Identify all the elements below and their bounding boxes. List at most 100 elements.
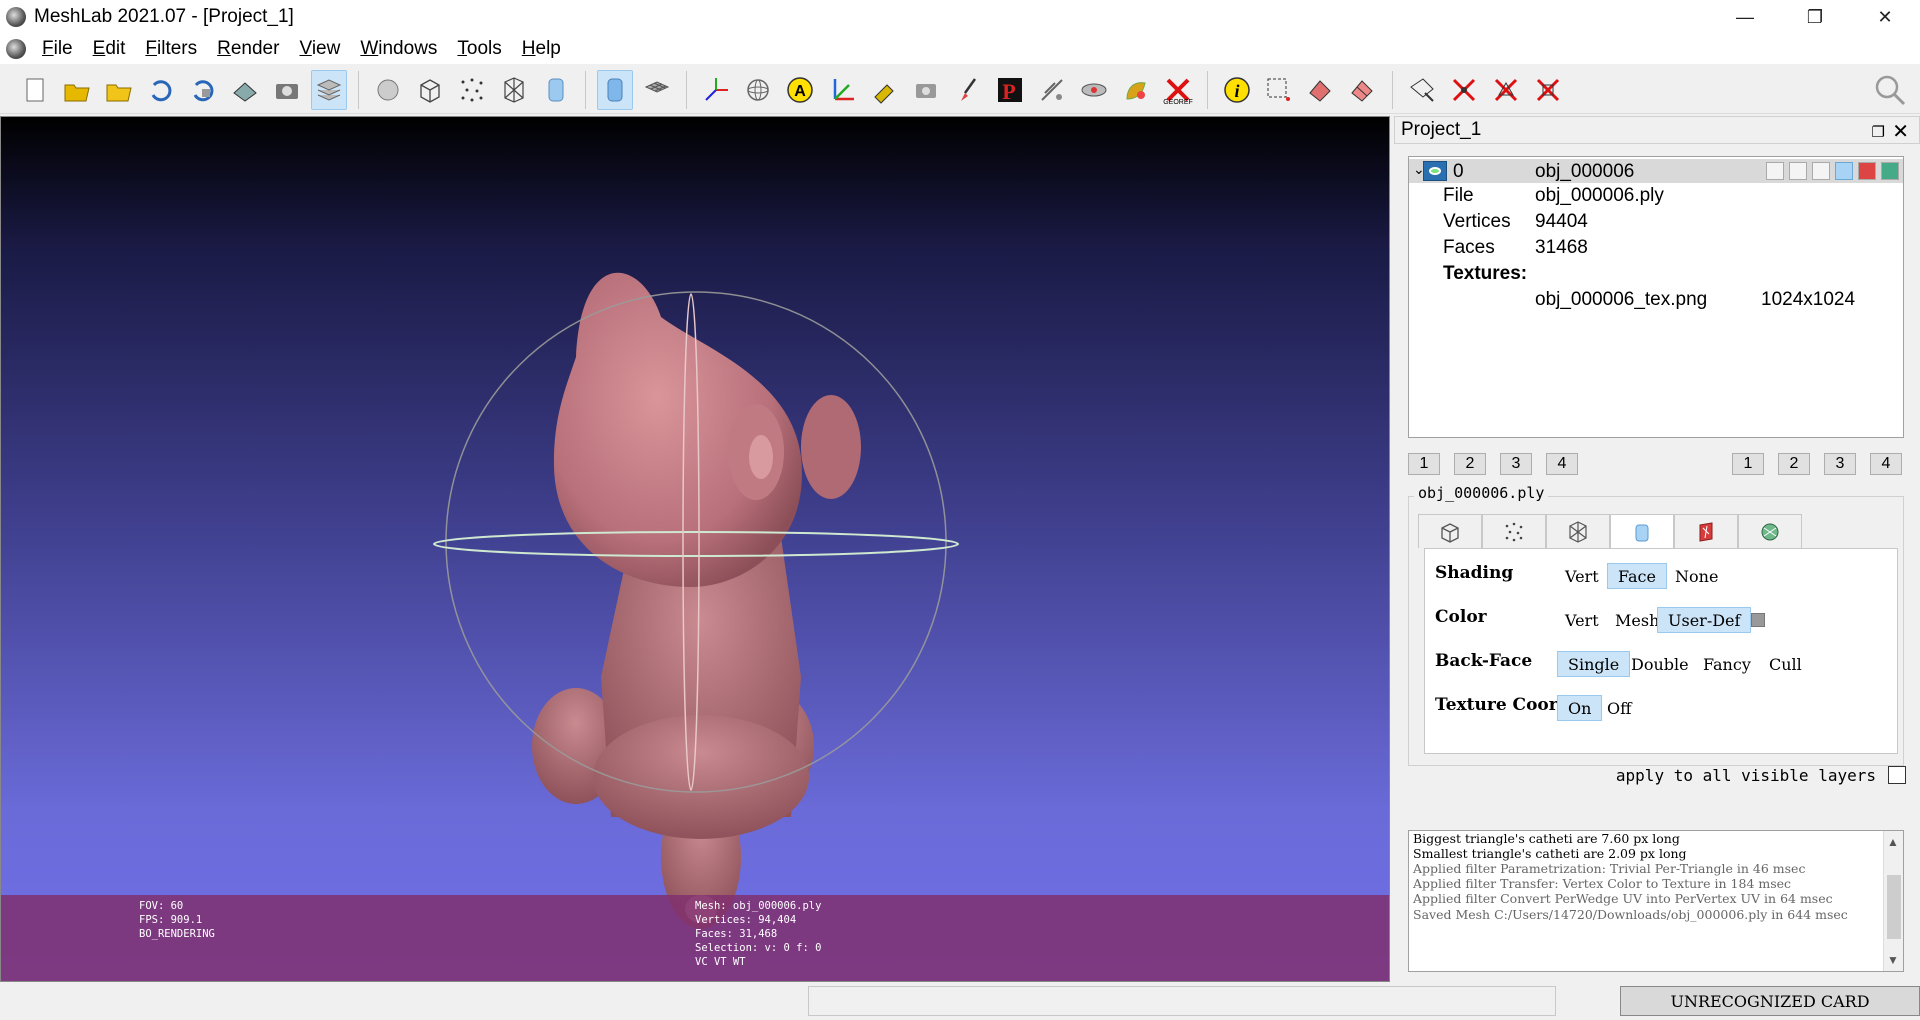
snapshot-button[interactable] [269, 70, 305, 110]
search-icon[interactable] [1872, 72, 1908, 108]
scroll-up-icon[interactable]: ▲ [1887, 835, 1899, 849]
shading-face[interactable]: Face [1607, 563, 1667, 589]
layer-points-icon[interactable] [1789, 162, 1807, 180]
tab-vertex-color[interactable] [1738, 514, 1802, 548]
layer-texture-icon[interactable] [1858, 162, 1876, 180]
pager-left-3[interactable]: 3 [1500, 453, 1532, 475]
backface-double[interactable]: Double [1621, 651, 1699, 677]
pager-left-4[interactable]: 4 [1546, 453, 1578, 475]
tab-texture[interactable] [1674, 514, 1738, 548]
flat-shading-button[interactable] [538, 70, 574, 110]
delete-vertices-button[interactable] [1446, 70, 1482, 110]
color-user-def[interactable]: User-Def [1657, 607, 1752, 633]
texcoord-off[interactable]: Off [1597, 695, 1641, 721]
backface-fancy[interactable]: Fancy [1693, 651, 1761, 677]
select-connected-button[interactable] [1345, 70, 1381, 110]
pager-right-2[interactable]: 2 [1778, 453, 1810, 475]
paint-button[interactable] [866, 70, 902, 110]
layer-fill-icon[interactable] [1835, 162, 1853, 180]
shading-none[interactable]: None [1665, 563, 1728, 589]
menu-help[interactable]: Help [512, 38, 571, 60]
new-project-button[interactable] [17, 70, 53, 110]
select-vertices-button[interactable] [1261, 70, 1297, 110]
delete-faces-button[interactable] [1488, 70, 1524, 110]
faces-label: Faces [1443, 237, 1495, 258]
trackball-icon [747, 78, 769, 101]
shading-vert[interactable]: Vert [1555, 563, 1609, 589]
meshlab-logo-icon [6, 7, 26, 27]
log-scrollbar[interactable]: ▲ ▼ [1883, 831, 1903, 971]
import-mesh-button[interactable] [101, 70, 137, 110]
select-faces-button[interactable] [1303, 70, 1339, 110]
backface-cull[interactable]: Cull [1759, 651, 1812, 677]
menu-windows[interactable]: Windows [350, 38, 447, 60]
measure-button[interactable] [824, 70, 860, 110]
layer-bbox-icon[interactable] [1766, 162, 1784, 180]
texture-button[interactable] [1118, 70, 1154, 110]
open-project-button[interactable] [59, 70, 95, 110]
layer-row[interactable]: ⌄ 0 obj_000006 [1409, 159, 1903, 183]
reload-all-button[interactable] [185, 70, 221, 110]
manipulator-button[interactable] [1076, 70, 1112, 110]
georef-button[interactable]: GEOREF [1160, 70, 1196, 110]
user-color-swatch[interactable] [1751, 613, 1765, 627]
float-panel-icon[interactable]: ❐ [1872, 123, 1885, 141]
menu-edit[interactable]: Edit [83, 38, 136, 60]
raster-align-button[interactable] [908, 70, 944, 110]
grid-button[interactable] [639, 70, 675, 110]
brush-button[interactable] [950, 70, 986, 110]
annotation-button[interactable]: A [782, 70, 818, 110]
reload-button[interactable] [143, 70, 179, 110]
menu-render[interactable]: Render [207, 38, 289, 60]
meshlab-menu-icon[interactable] [6, 39, 26, 59]
points-button[interactable] [454, 70, 490, 110]
raster-layers-button[interactable] [370, 70, 406, 110]
export-mesh-button[interactable] [227, 70, 263, 110]
pickpoints-button[interactable]: P [992, 70, 1028, 110]
minimize-button[interactable]: — [1710, 0, 1780, 34]
tab-wireframe[interactable] [1546, 514, 1610, 548]
layer-vertex-color-icon[interactable] [1881, 162, 1899, 180]
smooth-shading-button[interactable] [597, 69, 633, 110]
pager-right-3[interactable]: 3 [1824, 453, 1856, 475]
bbox-button[interactable] [412, 70, 448, 110]
menu-filters[interactable]: Filters [135, 38, 207, 60]
tab-points[interactable] [1482, 514, 1546, 548]
close-panel-icon[interactable]: ✕ [1892, 119, 1909, 144]
scroll-thumb[interactable] [1887, 875, 1901, 939]
trackball-button[interactable] [740, 70, 776, 110]
wireframe-button[interactable] [496, 70, 532, 110]
pager-left-2[interactable]: 2 [1454, 453, 1486, 475]
tab-solid[interactable] [1610, 514, 1674, 550]
delete-all-button[interactable] [1530, 70, 1566, 110]
apply-all-checkbox[interactable] [1888, 766, 1906, 784]
align-button[interactable] [1034, 70, 1070, 110]
layer-wire-icon[interactable] [1812, 162, 1830, 180]
menu-tools[interactable]: Tools [447, 38, 511, 60]
layers-button[interactable] [311, 69, 347, 110]
pager-left-1[interactable]: 1 [1408, 453, 1440, 475]
render-info: FOV: 60 FPS: 909.1 BO_RENDERING [139, 899, 215, 941]
layer-name[interactable]: obj_000006 [1535, 161, 1634, 183]
backface-single[interactable]: Single [1557, 651, 1631, 677]
apply-all-label: apply to all visible layers [1615, 766, 1876, 785]
3d-viewport[interactable]: FOV: 60 FPS: 909.1 BO_RENDERING Mesh: ob… [0, 116, 1390, 982]
axis-button[interactable] [698, 70, 734, 110]
menu-file[interactable]: File [32, 38, 83, 60]
toolbar-separator [1207, 70, 1208, 109]
select-area-button[interactable] [1404, 70, 1440, 110]
restore-button[interactable]: ❐ [1780, 0, 1850, 34]
scroll-down-icon[interactable]: ▼ [1887, 953, 1899, 967]
menu-view[interactable]: View [289, 38, 350, 60]
pager-right-4[interactable]: 4 [1870, 453, 1902, 475]
color-vert[interactable]: Vert [1555, 607, 1609, 633]
visibility-eye-icon[interactable] [1423, 161, 1447, 181]
tab-bbox[interactable] [1418, 514, 1482, 548]
close-window-button[interactable]: ✕ [1850, 0, 1920, 34]
bbox-icon [1441, 522, 1459, 543]
vertices-text: Vertices: 94,404 [695, 914, 797, 926]
info-button[interactable]: i [1219, 70, 1255, 110]
pager-right-1[interactable]: 1 [1732, 453, 1764, 475]
mesh-scene[interactable] [1, 117, 1390, 982]
texcoord-on[interactable]: On [1557, 695, 1603, 721]
